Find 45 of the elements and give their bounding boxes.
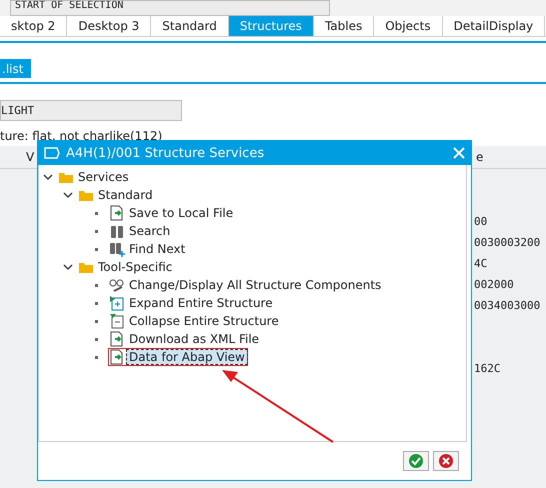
bullet-icon xyxy=(95,302,98,304)
bullet-icon xyxy=(95,320,98,322)
tree-item[interactable]: Expand Entire Structure xyxy=(127,296,275,310)
tree-item[interactable]: Tool-Specific xyxy=(96,260,174,274)
chevron-icon[interactable] xyxy=(63,262,73,272)
window-icon xyxy=(44,147,60,159)
structure-field[interactable]: LIGHT xyxy=(0,100,182,121)
tree-item[interactable]: Services xyxy=(76,170,131,184)
table-cell-text: 00 xyxy=(474,214,488,230)
tree-item[interactable]: Download as XML File xyxy=(127,332,262,346)
structure-info: ture: flat, not charlike(112) xyxy=(0,128,164,145)
tree-item[interactable]: Save to Local File xyxy=(127,206,236,220)
tree-item[interactable]: Data for Abap View xyxy=(127,350,247,364)
tree-item[interactable]: Standard xyxy=(96,188,155,202)
table-cell-text: 4C xyxy=(474,256,488,272)
close-icon[interactable] xyxy=(453,147,465,159)
tree-item[interactable]: Search xyxy=(127,224,172,238)
table-cell-text: 0034003000 xyxy=(474,298,542,314)
dialog-title: A4H(1)/001 Structure Services xyxy=(66,146,266,160)
table-cell-text: 162C xyxy=(474,361,502,377)
tree-item[interactable]: Find Next xyxy=(127,242,188,256)
table-cell-text: 0030003200 xyxy=(474,235,542,251)
document-arrow-icon xyxy=(109,331,125,347)
tree-item[interactable]: Change/Display All Structure Components xyxy=(127,278,384,292)
bullet-icon xyxy=(95,230,98,232)
bullet-icon xyxy=(95,212,98,214)
tree-item[interactable]: Collapse Entire Structure xyxy=(127,314,281,328)
expand-structure-icon xyxy=(109,295,125,311)
bullet-icon xyxy=(95,248,98,250)
confirm-button[interactable] xyxy=(403,451,429,471)
chevron-icon[interactable] xyxy=(43,172,53,182)
bullet-icon xyxy=(95,338,98,340)
document-arrow-icon xyxy=(109,349,125,365)
document-arrow-icon xyxy=(109,205,125,221)
bullet-icon xyxy=(95,284,98,286)
selection-frame[interactable]: Data for Abap View xyxy=(108,348,248,366)
glasses-icon xyxy=(109,277,125,293)
chevron-icon[interactable] xyxy=(63,190,73,200)
cancel-button[interactable] xyxy=(433,451,459,471)
column-header: e xyxy=(476,150,484,164)
tab[interactable]: DetailDisplay xyxy=(442,16,546,36)
bullet-icon xyxy=(95,356,98,358)
column-header: V xyxy=(26,150,34,164)
table-cell-text: 002000 xyxy=(474,277,515,293)
collapse-structure-icon xyxy=(109,313,125,329)
